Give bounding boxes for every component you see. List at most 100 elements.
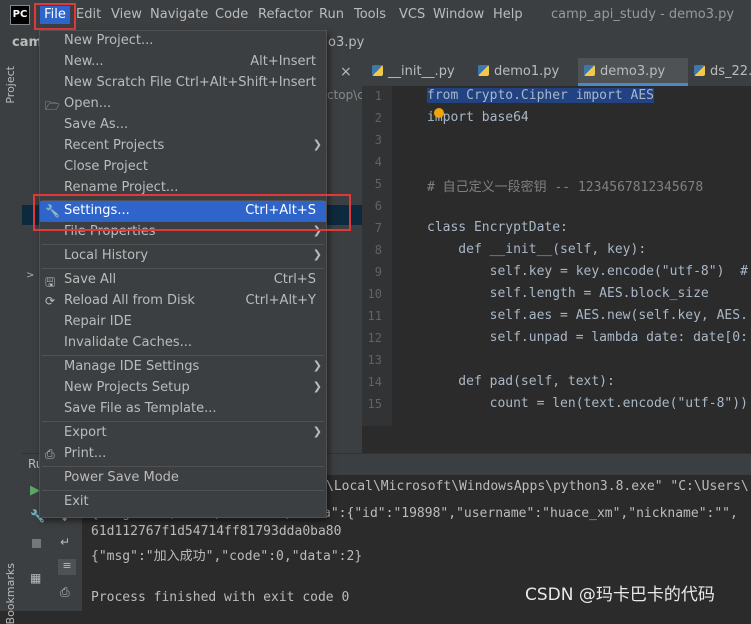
menu-item-save-all[interactable]: 🖫 Save All Ctrl+S — [40, 270, 326, 291]
tab-label: demo3.py — [600, 64, 666, 79]
line-number: 6 — [374, 199, 382, 213]
menu-item-label: New Scratch File — [64, 75, 172, 90]
submenu-arrow-icon: ❯ — [312, 425, 322, 438]
menu-separator — [42, 490, 324, 491]
menu-item-reload-all[interactable]: ⟳ Reload All from Disk Ctrl+Alt+Y — [40, 291, 326, 312]
menu-code[interactable]: Code — [215, 6, 248, 24]
pycharm-logo: PC — [10, 5, 30, 25]
line-number: 12 — [367, 331, 382, 345]
filter-icon[interactable]: ≡ — [58, 559, 76, 575]
menu-item-invalidate-caches[interactable]: Invalidate Caches... — [40, 333, 326, 354]
menu-item-shortcut: Ctrl+Alt+Shift+Insert — [175, 75, 316, 90]
menu-item-label: Close Project — [64, 159, 149, 174]
menu-window[interactable]: Window — [433, 6, 484, 24]
python-file-icon — [584, 65, 595, 76]
menu-item-exit[interactable]: Exit — [40, 492, 326, 513]
menu-item-local-history[interactable]: Local History ❯ — [40, 246, 326, 267]
menu-item-label: New Projects Setup — [64, 380, 190, 395]
settings-annotation-box — [33, 194, 351, 231]
line-number: 2 — [374, 111, 382, 125]
menu-refactor[interactable]: Refactor — [258, 6, 313, 24]
submenu-arrow-icon: ❯ — [312, 138, 322, 151]
bookmarks-tool-window-button[interactable]: Bookmarks — [4, 563, 17, 624]
code-line: self.aes = AES.new(self.key, AES. — [427, 308, 748, 323]
console-line: {"msg":"加入成功","code":0,"data":2} — [91, 549, 363, 564]
menu-item-new-project[interactable]: New Project... — [40, 31, 326, 52]
submenu-arrow-icon: ❯ — [312, 248, 322, 261]
line-number: 9 — [374, 265, 382, 279]
tab-label: __init__.py — [388, 64, 455, 79]
menu-item-repair-ide[interactable]: Repair IDE — [40, 312, 326, 333]
menu-separator — [42, 466, 324, 467]
line-number: 14 — [367, 375, 382, 389]
menu-item-power-save-mode[interactable]: Power Save Mode — [40, 468, 326, 489]
code-line: # 自己定义一段密钥 -- 1234567812345678 — [427, 180, 704, 195]
layout-icon[interactable]: ▦ — [30, 571, 41, 585]
menu-item-export[interactable]: Export ❯ — [40, 423, 326, 444]
python-file-icon — [478, 65, 489, 76]
menu-view[interactable]: View — [111, 6, 142, 24]
menu-item-print[interactable]: ⎙ Print... — [40, 444, 326, 465]
menu-edit[interactable]: Edit — [76, 6, 101, 24]
code-line: from Crypto.Cipher import AES — [427, 88, 654, 103]
menu-separator — [42, 355, 324, 356]
menu-item-label: Recent Projects — [64, 138, 165, 153]
menu-item-new-scratch-file[interactable]: New Scratch File Ctrl+Alt+Shift+Insert — [40, 73, 326, 94]
python-file-icon — [694, 65, 705, 76]
tab-ds-22-py[interactable]: ds_22.py — [694, 58, 751, 86]
menu-item-save-as[interactable]: Save As... — [40, 115, 326, 136]
line-number: 3 — [374, 133, 382, 147]
menu-run[interactable]: Run — [319, 6, 344, 24]
menu-vcs[interactable]: VCS — [399, 6, 425, 24]
tab-label: ds_22.py — [710, 64, 751, 79]
stop-icon[interactable] — [32, 539, 41, 548]
soft-wrap-icon[interactable]: ↵ — [60, 535, 70, 549]
line-number: 15 — [367, 397, 382, 411]
print-icon[interactable]: ⎙ — [60, 585, 70, 600]
code-line: self.unpad = lambda date: date[0: — [427, 330, 748, 345]
tab-label: demo1.py — [494, 64, 560, 79]
menu-item-label: Repair IDE — [64, 314, 132, 329]
expand-arrow-icon[interactable]: > — [26, 270, 34, 281]
menu-item-close-project[interactable]: Close Project — [40, 157, 326, 178]
console-line: \Local\Microsoft\WindowsApps\python3.8.e… — [326, 479, 749, 494]
menu-item-label: Save As... — [64, 117, 129, 132]
code-line: def __init__(self, key): — [427, 242, 647, 257]
file-breadcrumb[interactable]: o3.py — [328, 35, 364, 50]
menu-tools[interactable]: Tools — [354, 6, 386, 24]
reload-icon: ⟳ — [45, 294, 56, 308]
menu-item-label: Invalidate Caches... — [64, 335, 193, 350]
file-menu-annotation-box — [34, 3, 76, 30]
menu-item-label: Power Save Mode — [64, 470, 179, 485]
tab-demo3-py[interactable]: demo3.py — [578, 58, 688, 86]
menu-item-label: New Project... — [64, 33, 154, 48]
menu-item-label: Exit — [64, 494, 89, 509]
close-icon[interactable]: × — [340, 58, 352, 86]
menu-item-label: Save All — [64, 272, 117, 287]
lightbulb-icon[interactable] — [434, 108, 444, 118]
tab-init-py[interactable]: __init__.py — [372, 58, 472, 86]
tab-demo1-py[interactable]: demo1.py — [478, 58, 573, 86]
menu-item-recent-projects[interactable]: Recent Projects ❯ — [40, 136, 326, 157]
code-line: self.key = key.encode("utf-8") # — [427, 264, 748, 279]
menu-item-new[interactable]: New... Alt+Insert — [40, 52, 326, 73]
line-number: 1 — [374, 89, 382, 103]
watermark: CSDN @玛卡巴卡的代码 — [525, 585, 715, 605]
python-file-icon — [372, 65, 383, 76]
window-title: camp_api_study - demo3.py — [551, 7, 735, 22]
menu-navigate[interactable]: Navigate — [150, 6, 208, 24]
project-tool-window-button[interactable]: Project — [4, 66, 17, 104]
menu-item-manage-ide-settings[interactable]: Manage IDE Settings ❯ — [40, 357, 326, 378]
menu-separator — [42, 244, 324, 245]
menu-item-save-file-as-template[interactable]: Save File as Template... — [40, 399, 326, 420]
line-number: 7 — [374, 221, 382, 235]
menu-item-shortcut: Ctrl+S — [273, 272, 316, 287]
menu-item-open[interactable]: 🗁 Open... — [40, 94, 326, 115]
submenu-arrow-icon: ❯ — [312, 380, 322, 393]
code-line: count = len(text.encode("utf-8")) — [427, 396, 748, 411]
code-line: def pad(self, text): — [427, 374, 615, 389]
editor-tab-bar: × __init__.py demo1.py demo3.py ds_22.py — [340, 58, 751, 87]
menu-item-label: Manage IDE Settings — [64, 359, 200, 374]
menu-help[interactable]: Help — [493, 6, 523, 24]
menu-item-new-projects-setup[interactable]: New Projects Setup ❯ — [40, 378, 326, 399]
